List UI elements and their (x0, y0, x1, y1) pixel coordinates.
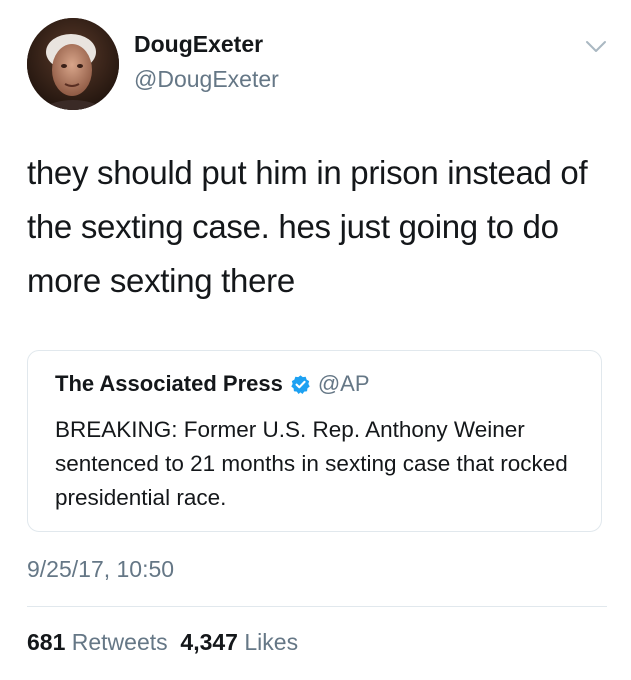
tweet-timestamp[interactable]: 9/25/17, 10:50 (27, 556, 174, 583)
divider (27, 606, 607, 607)
quoted-tweet-author-name: The Associated Press (55, 371, 283, 396)
avatar-image (27, 18, 119, 110)
chevron-down-icon[interactable] (585, 40, 607, 54)
retweets-label: Retweets (71, 629, 168, 655)
likes-label: Likes (244, 629, 299, 655)
engagement-stats: 681 Retweets 4,347 Likes (27, 629, 298, 656)
verified-badge-icon (290, 374, 311, 395)
author-handle[interactable]: @DougExeter (134, 66, 279, 93)
quoted-tweet-text: BREAKING: Former U.S. Rep. Anthony Weine… (55, 417, 568, 510)
quoted-tweet-card[interactable]: The Associated Press @AP BREAKING: Forme… (27, 350, 602, 532)
likes-count: 4,347 (180, 629, 238, 655)
retweets-count: 681 (27, 629, 66, 655)
quoted-tweet-handle: @AP (317, 371, 370, 396)
likes-stat[interactable]: 4,347 Likes (180, 629, 298, 655)
author-display-name[interactable]: DougExeter (134, 31, 263, 58)
tweet-text: they should put him in prison instead of… (27, 154, 588, 299)
quoted-tweet-header: The Associated Press @AP (55, 371, 370, 397)
avatar[interactable] (27, 18, 119, 110)
retweets-stat[interactable]: 681 Retweets (27, 629, 168, 655)
